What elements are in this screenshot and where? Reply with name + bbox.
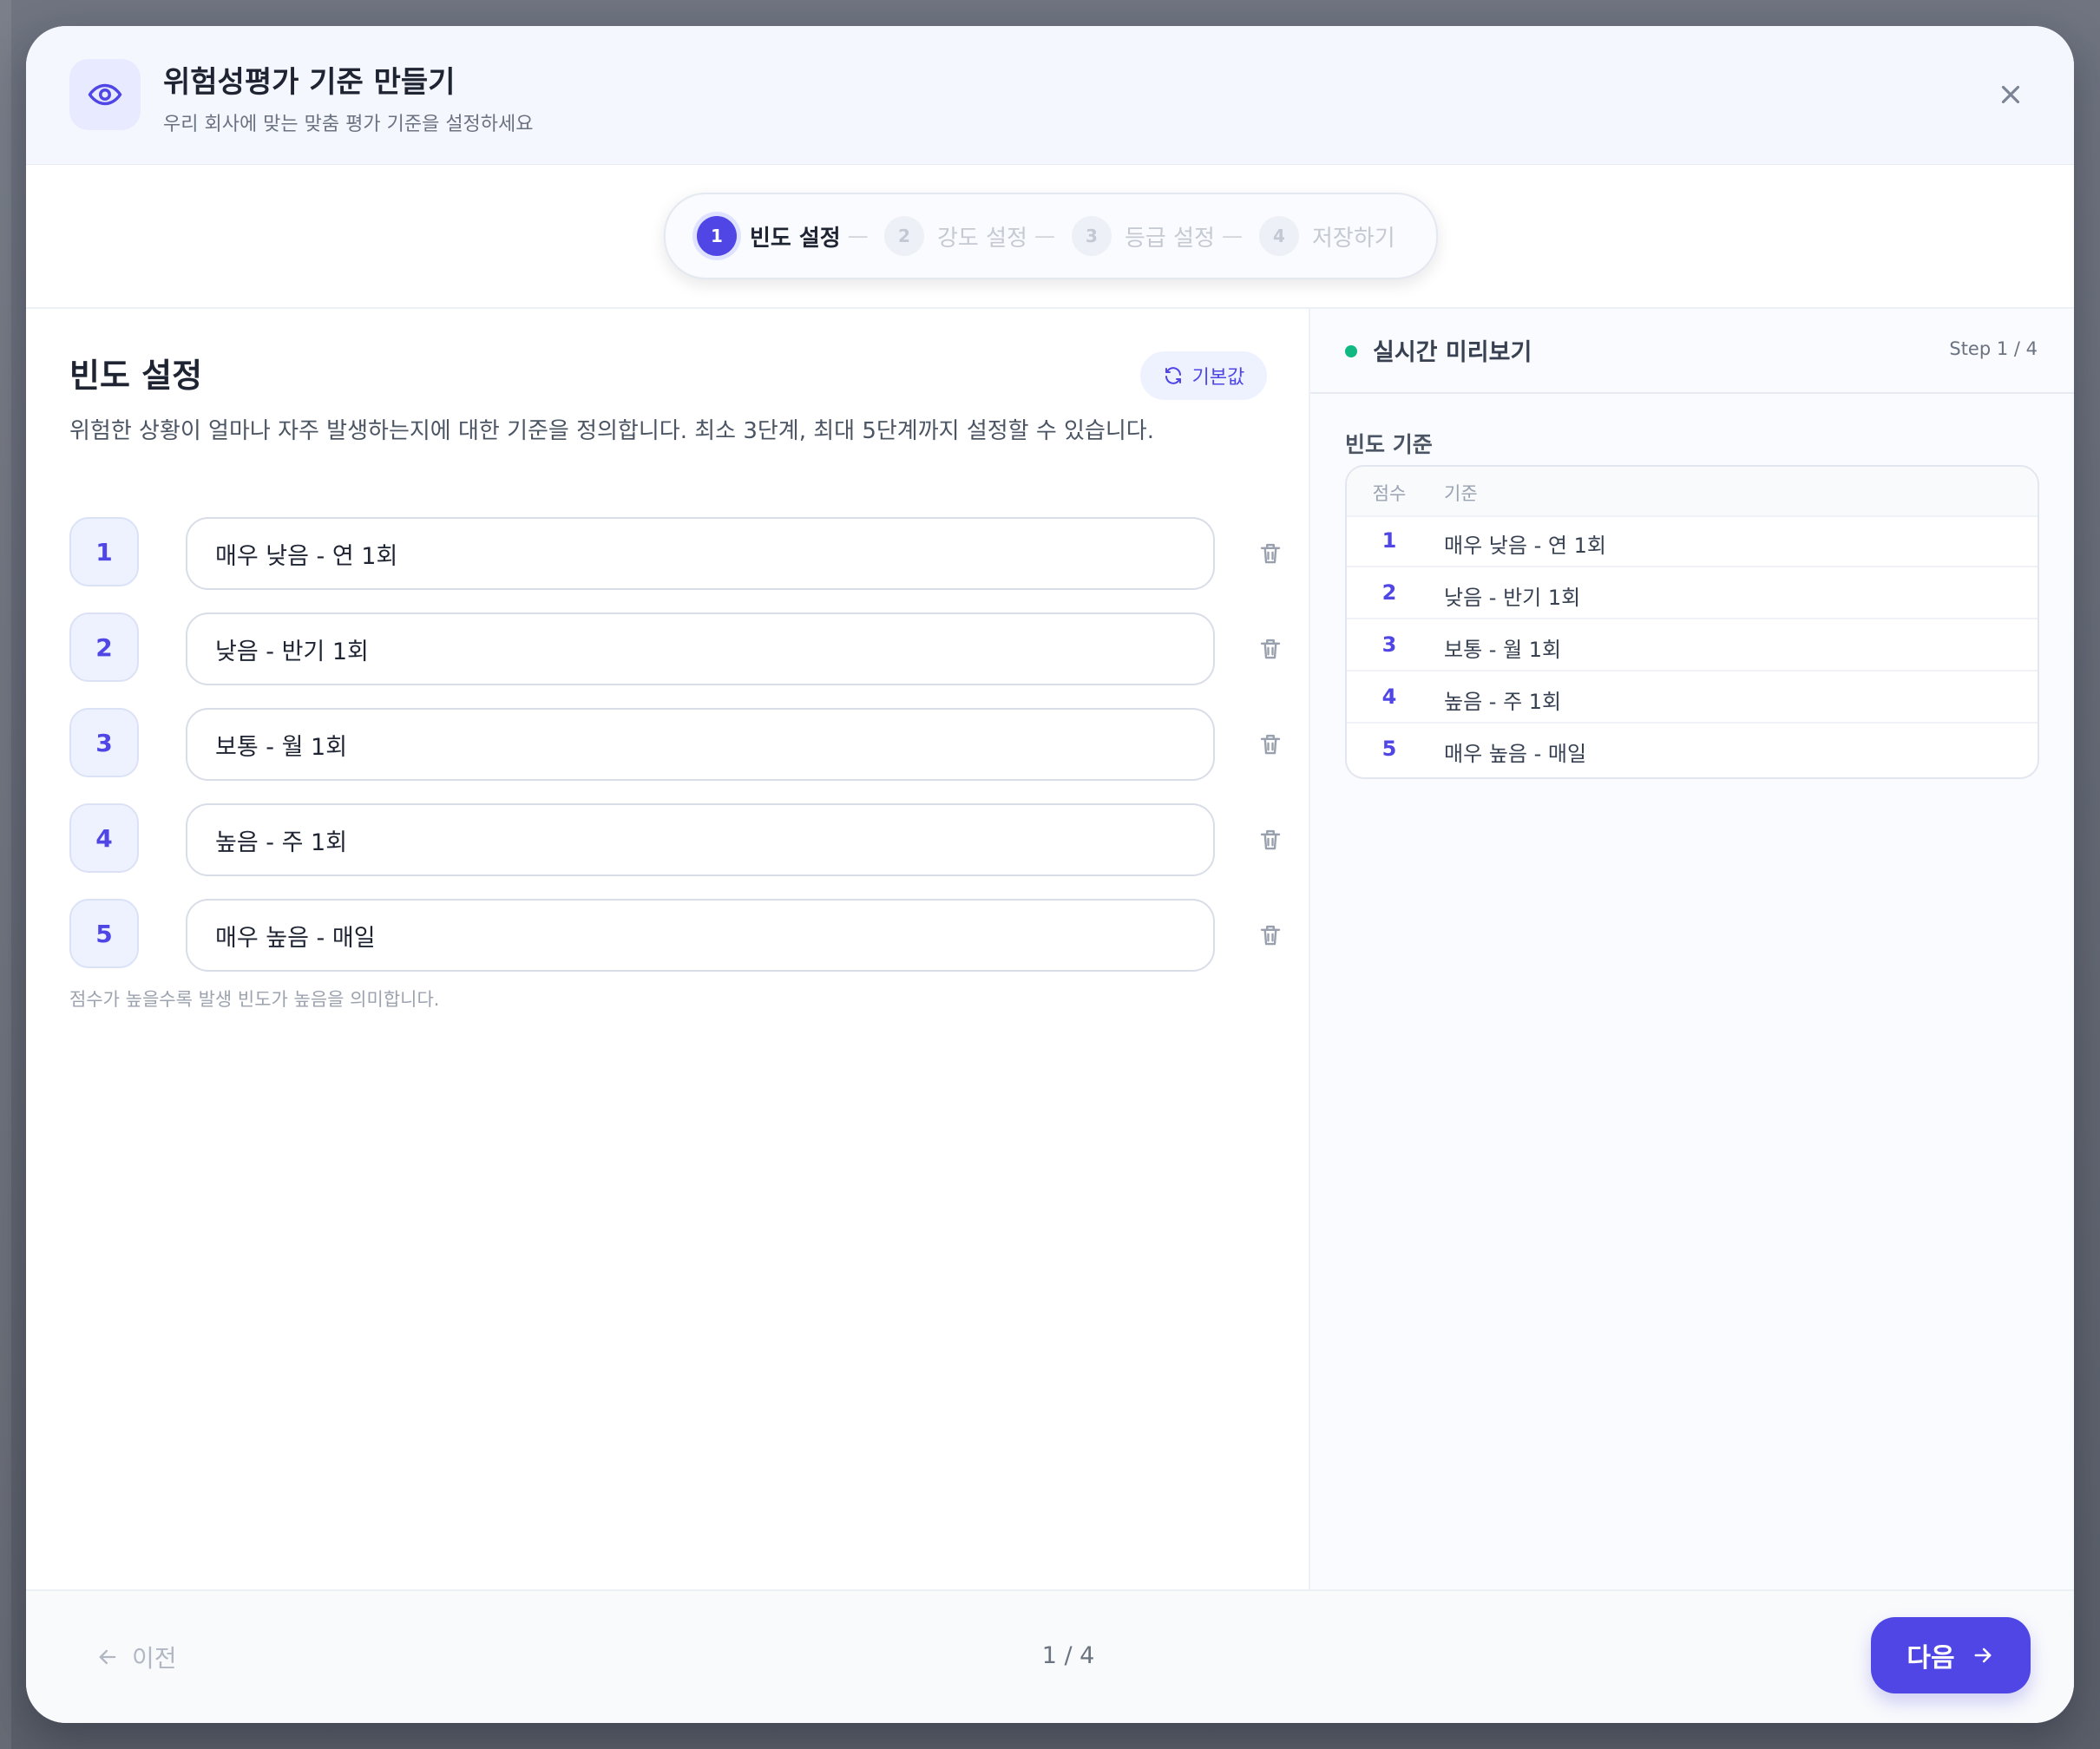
score-badge: 5 bbox=[69, 899, 139, 968]
preview-header: 실시간 미리보기 Step 1 / 4 bbox=[1310, 309, 2074, 394]
table-cell-criteria: 매우 낮음 - 연 1회 bbox=[1444, 534, 1606, 558]
step-number-1: 1 bbox=[697, 216, 737, 256]
live-status-dot bbox=[1345, 345, 1357, 357]
modal-title: 위험성평가 기준 만들기 bbox=[163, 65, 456, 100]
criteria-input[interactable] bbox=[186, 708, 1215, 781]
criteria-input[interactable] bbox=[186, 803, 1215, 876]
refresh-icon bbox=[1163, 365, 1184, 386]
table-cell-score: 4 bbox=[1381, 685, 1397, 709]
table-cell-score: 3 bbox=[1381, 632, 1397, 657]
table-row: 2 낮음 - 반기 1회 bbox=[1347, 567, 2038, 619]
next-button[interactable]: 다음 bbox=[1871, 1617, 2031, 1693]
table-cell-criteria: 낮음 - 반기 1회 bbox=[1444, 586, 1581, 610]
step-save[interactable]: 4 저장하기 bbox=[1259, 194, 1395, 278]
preview-title: 실시간 미리보기 bbox=[1373, 339, 1532, 366]
table-row: 5 매우 높음 - 매일 bbox=[1347, 724, 2038, 776]
step-label-severity: 강도 설정 bbox=[937, 225, 1027, 252]
criteria-input[interactable] bbox=[186, 899, 1215, 972]
step-label-save: 저장하기 bbox=[1312, 225, 1395, 252]
trash-icon[interactable] bbox=[1251, 725, 1290, 763]
close-icon[interactable] bbox=[1992, 76, 2029, 113]
criteria-input[interactable] bbox=[186, 612, 1215, 685]
step-separator: — bbox=[1034, 224, 1055, 248]
step-number-4: 4 bbox=[1259, 216, 1299, 256]
score-badge: 2 bbox=[69, 612, 139, 682]
previous-button[interactable]: 이전 bbox=[95, 1634, 177, 1680]
table-header: 점수 기준 bbox=[1347, 467, 2038, 517]
table-row: 3 보통 - 월 1회 bbox=[1347, 619, 2038, 671]
table-cell-criteria: 높음 - 주 1회 bbox=[1444, 690, 1562, 714]
preview-step-indicator: Step 1 / 4 bbox=[1949, 338, 2038, 359]
frequency-settings-pane: 빈도 설정 기본값 위험한 상황이 얼마나 자주 발생하는지에 대한 기준을 정… bbox=[26, 309, 1310, 1589]
live-preview-pane: 실시간 미리보기 Step 1 / 4 빈도 기준 점수 기준 1 매우 낮음 … bbox=[1310, 309, 2074, 1589]
section-description: 위험한 상황이 얼마나 자주 발생하는지에 대한 기준을 정의합니다. 최소 3… bbox=[69, 418, 1154, 444]
arrow-right-icon bbox=[1971, 1643, 1995, 1667]
table-row: 1 매우 낮음 - 연 1회 bbox=[1347, 515, 2038, 567]
step-separator: — bbox=[1221, 224, 1243, 248]
step-separator: — bbox=[847, 224, 869, 248]
criteria-input[interactable] bbox=[186, 517, 1215, 590]
criteria-row: 5 bbox=[69, 899, 1293, 972]
reset-default-button[interactable]: 기본값 bbox=[1140, 351, 1267, 400]
criteria-row: 4 bbox=[69, 803, 1293, 876]
step-grade[interactable]: 3 등급 설정 — bbox=[1072, 194, 1243, 278]
table-header-score: 점수 bbox=[1372, 483, 1407, 504]
table-cell-criteria: 보통 - 월 1회 bbox=[1444, 638, 1562, 662]
previous-button-label: 이전 bbox=[132, 1644, 177, 1673]
step-severity[interactable]: 2 강도 설정 — bbox=[884, 194, 1055, 278]
preview-subtitle: 빈도 기준 bbox=[1345, 432, 1433, 457]
step-label-frequency: 빈도 설정 bbox=[750, 225, 841, 252]
eye-icon bbox=[69, 59, 141, 130]
table-header-criteria: 기준 bbox=[1444, 483, 1478, 504]
modal-subtitle: 우리 회사에 맞는 맞춤 평가 기준을 설정하세요 bbox=[163, 114, 534, 135]
table-cell-score: 2 bbox=[1381, 580, 1397, 605]
step-frequency[interactable]: 1 빈도 설정 — bbox=[697, 194, 869, 278]
helper-text: 점수가 높을수록 발생 빈도가 높음을 의미합니다. bbox=[69, 989, 440, 1010]
table-cell-criteria: 매우 높음 - 매일 bbox=[1444, 742, 1587, 766]
trash-icon[interactable] bbox=[1251, 534, 1290, 573]
step-number-3: 3 bbox=[1072, 216, 1112, 256]
score-badge: 3 bbox=[69, 708, 139, 777]
section-title: 빈도 설정 bbox=[69, 357, 203, 395]
page-indicator: 1 / 4 bbox=[1041, 1642, 1095, 1669]
criteria-modal: 위험성평가 기준 만들기 우리 회사에 맞는 맞춤 평가 기준을 설정하세요 1… bbox=[26, 26, 2074, 1723]
trash-icon[interactable] bbox=[1251, 630, 1290, 668]
score-badge: 1 bbox=[69, 517, 139, 586]
criteria-row: 3 bbox=[69, 708, 1293, 781]
criteria-row: 1 bbox=[69, 517, 1293, 590]
step-number-2: 2 bbox=[884, 216, 924, 256]
table-row: 4 높음 - 주 1회 bbox=[1347, 671, 2038, 724]
step-progress: 1 빈도 설정 — 2 강도 설정 — 3 등급 설정 — 4 저장하기 bbox=[664, 193, 1438, 279]
stepper-container: 1 빈도 설정 — 2 강도 설정 — 3 등급 설정 — 4 저장하기 bbox=[26, 165, 2074, 309]
modal-footer: 이전 1 / 4 다음 bbox=[26, 1589, 2074, 1723]
next-button-label: 다음 bbox=[1906, 1643, 1955, 1674]
trash-icon[interactable] bbox=[1251, 821, 1290, 859]
table-cell-score: 5 bbox=[1381, 737, 1397, 761]
modal-header: 위험성평가 기준 만들기 우리 회사에 맞는 맞춤 평가 기준을 설정하세요 bbox=[26, 26, 2074, 166]
criteria-row: 2 bbox=[69, 612, 1293, 685]
arrow-left-icon bbox=[95, 1645, 120, 1669]
preview-table: 점수 기준 1 매우 낮음 - 연 1회 2 낮음 - 반기 1회 3 보통 -… bbox=[1345, 465, 2039, 779]
score-badge: 4 bbox=[69, 803, 139, 873]
trash-icon[interactable] bbox=[1251, 916, 1290, 954]
step-label-grade: 등급 설정 bbox=[1125, 225, 1215, 252]
table-cell-score: 1 bbox=[1381, 528, 1397, 553]
reset-button-label: 기본값 bbox=[1191, 367, 1245, 389]
